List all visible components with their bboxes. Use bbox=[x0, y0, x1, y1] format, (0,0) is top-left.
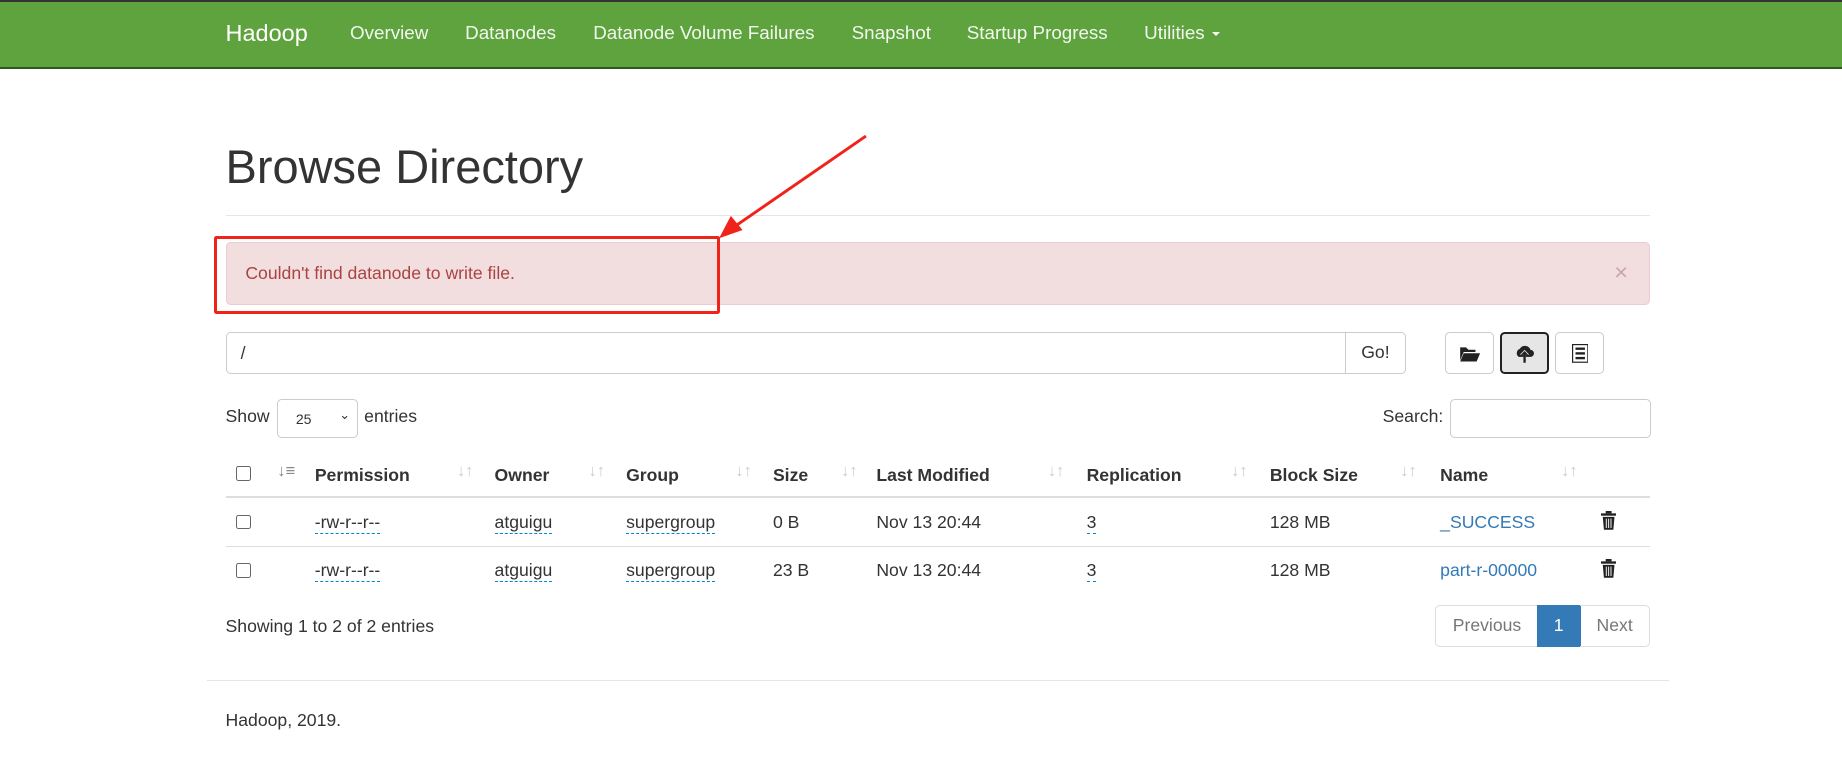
owner-cell[interactable]: atguigu bbox=[494, 560, 553, 583]
go-button[interactable]: Go! bbox=[1345, 332, 1406, 375]
name-link[interactable]: part-r-00000 bbox=[1440, 560, 1537, 581]
create-directory-button[interactable] bbox=[1444, 332, 1494, 375]
entries-value: 25 bbox=[295, 410, 312, 427]
sort-icon[interactable]: ↓↑ bbox=[735, 462, 751, 481]
sort-icon[interactable]: ↓↑ bbox=[589, 462, 605, 481]
search-input[interactable] bbox=[1449, 399, 1652, 438]
sort-icon[interactable]: ↓↑ bbox=[1048, 462, 1064, 481]
col-owner[interactable]: Owner bbox=[495, 465, 550, 486]
upload-button[interactable] bbox=[1500, 332, 1549, 375]
search-label: Search: bbox=[1382, 406, 1444, 427]
col-last-modified[interactable]: Last Modified bbox=[876, 465, 989, 486]
group-cell[interactable]: supergroup bbox=[626, 512, 716, 535]
modified-cell: Nov 13 20:44 bbox=[876, 512, 982, 533]
group-cell[interactable]: supergroup bbox=[626, 560, 716, 583]
modified-cell: Nov 13 20:44 bbox=[876, 560, 982, 581]
size-cell: 0 B bbox=[772, 512, 800, 533]
row-checkbox[interactable] bbox=[236, 562, 251, 578]
cut-paste-button[interactable] bbox=[1555, 332, 1605, 375]
next-button[interactable]: Next bbox=[1579, 604, 1651, 647]
permission-cell[interactable]: -rw-r--r-- bbox=[314, 512, 381, 535]
block-size-cell: 128 MB bbox=[1269, 560, 1331, 581]
replication-cell[interactable]: 3 bbox=[1086, 560, 1097, 583]
sort-icon[interactable]: ↓↑ bbox=[1231, 462, 1247, 481]
table-row: -rw-r--r-- atguigu supergroup 23 B Nov 1… bbox=[226, 546, 1651, 594]
sort-icon[interactable]: ↓↑ bbox=[1561, 462, 1577, 481]
path-value: / bbox=[240, 342, 246, 363]
divider bbox=[225, 214, 1651, 217]
col-name[interactable]: Name bbox=[1440, 465, 1488, 486]
name-link[interactable]: _SUCCESS bbox=[1440, 512, 1535, 533]
owner-cell[interactable]: atguigu bbox=[494, 512, 553, 535]
table-info: Showing 1 to 2 of 2 entries bbox=[225, 615, 435, 636]
table-row: -rw-r--r-- atguigu supergroup 0 B Nov 13… bbox=[225, 498, 1651, 548]
nav-snapshot[interactable]: Snapshot bbox=[852, 22, 931, 44]
nav-utilities[interactable]: Utilities bbox=[1144, 22, 1220, 44]
annotation-box bbox=[213, 236, 721, 314]
close-icon[interactable]: × bbox=[1614, 259, 1628, 286]
nav-datanodes[interactable]: Datanodes bbox=[465, 22, 556, 44]
folder-open-icon bbox=[1459, 347, 1480, 362]
trash-icon[interactable] bbox=[1601, 559, 1617, 578]
col-size[interactable]: Size bbox=[773, 465, 808, 486]
footer-divider bbox=[206, 680, 1670, 682]
block-size-cell: 128 MB bbox=[1269, 512, 1331, 533]
path-input[interactable]: / bbox=[225, 332, 1346, 375]
nav-utilities-label: Utilities bbox=[1144, 21, 1205, 43]
replication-cell[interactable]: 3 bbox=[1086, 512, 1097, 535]
page-1-button[interactable]: 1 bbox=[1536, 604, 1581, 647]
entries-select[interactable]: 25 ⌄ bbox=[277, 399, 358, 438]
nav-overview[interactable]: Overview bbox=[350, 22, 428, 44]
select-all-checkbox[interactable] bbox=[236, 466, 252, 482]
previous-button[interactable]: Previous bbox=[1435, 604, 1539, 647]
nav-startup-progress[interactable]: Startup Progress bbox=[967, 22, 1108, 44]
cloud-upload-icon bbox=[1516, 345, 1534, 363]
nav-datanode-volume-failures[interactable]: Datanode Volume Failures bbox=[593, 22, 814, 44]
sort-icon[interactable]: ↓↑ bbox=[457, 462, 473, 481]
trash-icon[interactable] bbox=[1601, 510, 1617, 530]
annotation-arrow bbox=[718, 135, 867, 239]
caret-down-icon bbox=[1211, 32, 1220, 37]
list-icon bbox=[1571, 344, 1588, 363]
col-permission[interactable]: Permission bbox=[315, 465, 410, 486]
sort-amount-icon[interactable]: ↓≡ bbox=[277, 462, 295, 481]
brand-link[interactable]: Hadoop bbox=[226, 20, 308, 47]
show-label: Show bbox=[225, 406, 270, 427]
col-group[interactable]: Group bbox=[626, 465, 679, 486]
col-replication[interactable]: Replication bbox=[1087, 465, 1182, 486]
chevron-down-icon: ⌄ bbox=[339, 407, 351, 423]
col-block-size[interactable]: Block Size bbox=[1270, 465, 1358, 486]
permission-cell[interactable]: -rw-r--r-- bbox=[314, 560, 381, 583]
page-title: Browse Directory bbox=[225, 139, 584, 193]
entries-label: entries bbox=[364, 406, 418, 427]
sort-icon[interactable]: ↓↑ bbox=[1400, 462, 1416, 481]
row-checkbox[interactable] bbox=[236, 514, 251, 530]
navbar: Hadoop Overview Datanodes Datanode Volum… bbox=[0, 0, 1842, 69]
footer-text: Hadoop, 2019. bbox=[225, 709, 342, 730]
sort-icon[interactable]: ↓↑ bbox=[841, 462, 857, 481]
size-cell: 23 B bbox=[772, 560, 810, 581]
